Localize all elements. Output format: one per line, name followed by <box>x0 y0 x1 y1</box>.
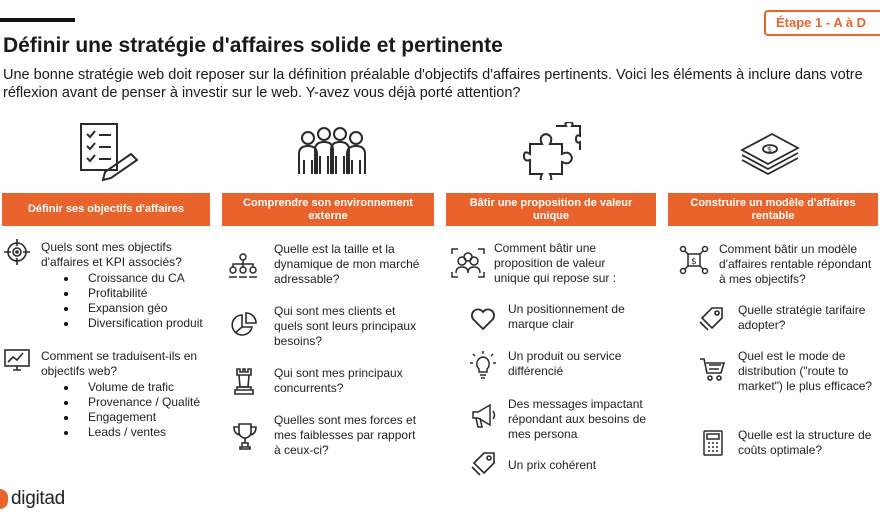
column-2-item-2: Qui sont mes clients et quels sont leurs… <box>274 304 417 348</box>
price-tag-icon <box>697 303 727 333</box>
puzzle-icon <box>517 118 587 184</box>
column-4-header: Construire un modèle d'affaires rentable <box>668 193 878 226</box>
column-2-item-3: Qui sont mes principaux concurrents? <box>274 366 403 395</box>
money-stack-icon: $ <box>735 118 805 184</box>
page-title: Définir une stratégie d'affaires solide … <box>3 34 503 57</box>
bullet-item: Profitabilité <box>58 286 203 301</box>
target-persona-icon <box>449 246 487 280</box>
column-4-item-1: Comment bâtir un modèle d'affaires renta… <box>719 242 872 286</box>
top-rule <box>0 18 75 22</box>
monitor-chart-icon <box>2 345 32 375</box>
column-2-header: Comprendre son environnement externe <box>222 193 434 226</box>
bullet-item: Provenance / Qualité <box>58 395 200 410</box>
svg-text:$: $ <box>767 145 772 154</box>
people-group-icon <box>294 118 370 184</box>
column-3-item-1: Comment bâtir une proposition de valeur … <box>494 241 617 285</box>
pie-chart-icon <box>229 310 259 340</box>
shopping-cart-icon <box>698 356 728 384</box>
brand-name: digitad <box>11 488 65 509</box>
megaphone-icon <box>469 402 499 430</box>
bullet-item: Leads / ventes <box>58 425 200 440</box>
checklist-pencil-icon <box>73 118 143 184</box>
chess-rook-icon <box>231 366 257 396</box>
heart-icon <box>468 305 498 333</box>
logo-mark <box>0 489 8 509</box>
column-3-item-3: Un produit ou service différencié <box>508 349 622 378</box>
column-4-item-3: Quel est le mode de distribution ("route… <box>738 349 873 393</box>
target-icon <box>2 237 32 267</box>
bullet-item: Croissance du CA <box>58 271 203 286</box>
column-1-header: Définir ses objectifs d'affaires <box>2 193 210 226</box>
money-network-icon: $ <box>678 244 710 276</box>
price-tag-icon <box>469 448 499 478</box>
lightbulb-icon <box>469 350 497 380</box>
svg-text:$: $ <box>691 257 697 267</box>
intro-text: Une bonne stratégie web doit reposer sur… <box>3 67 863 101</box>
bullet-item: Diversification produit <box>58 316 203 331</box>
column-2-item-1: Quelle est la taille et la dynamique de … <box>274 242 420 286</box>
trophy-icon <box>230 421 260 451</box>
calculator-icon <box>700 428 726 458</box>
bullet-item: Engagement <box>58 410 200 425</box>
column-2-item-4: Quelles sont mes forces et mes faiblesse… <box>274 413 417 457</box>
column-3-header: Bâtir une proposition de valeur unique <box>446 193 656 226</box>
column-3-item-4: Des messages impactant répondant aux bes… <box>508 397 647 441</box>
org-chart-icon <box>227 251 259 279</box>
column-3-item-5: Un prix cohérent <box>508 458 597 472</box>
column-1-item-1: Quels sont mes objectifs d'affaires et K… <box>41 240 182 269</box>
column-4-item-4: Quelle est la structure de coûts optimal… <box>738 428 872 457</box>
bullet-item: Expansion géo <box>58 301 203 316</box>
column-3-item-2: Un positionnement de marque clair <box>508 302 625 331</box>
column-1-item-2: Comment se traduisent-ils en objectifs w… <box>41 349 198 378</box>
column-1-item-1-bullets: Croissance du CA Profitabilité Expansion… <box>58 271 203 331</box>
column-1-item-2-bullets: Volume de trafic Provenance / Qualité En… <box>58 380 200 440</box>
digitad-logo: digitad <box>0 488 65 510</box>
stage-badge: Étape 1 - A à D <box>764 10 880 36</box>
column-4-item-2: Quelle stratégie tarifaire adopter? <box>738 303 866 332</box>
bullet-item: Volume de trafic <box>58 380 200 395</box>
